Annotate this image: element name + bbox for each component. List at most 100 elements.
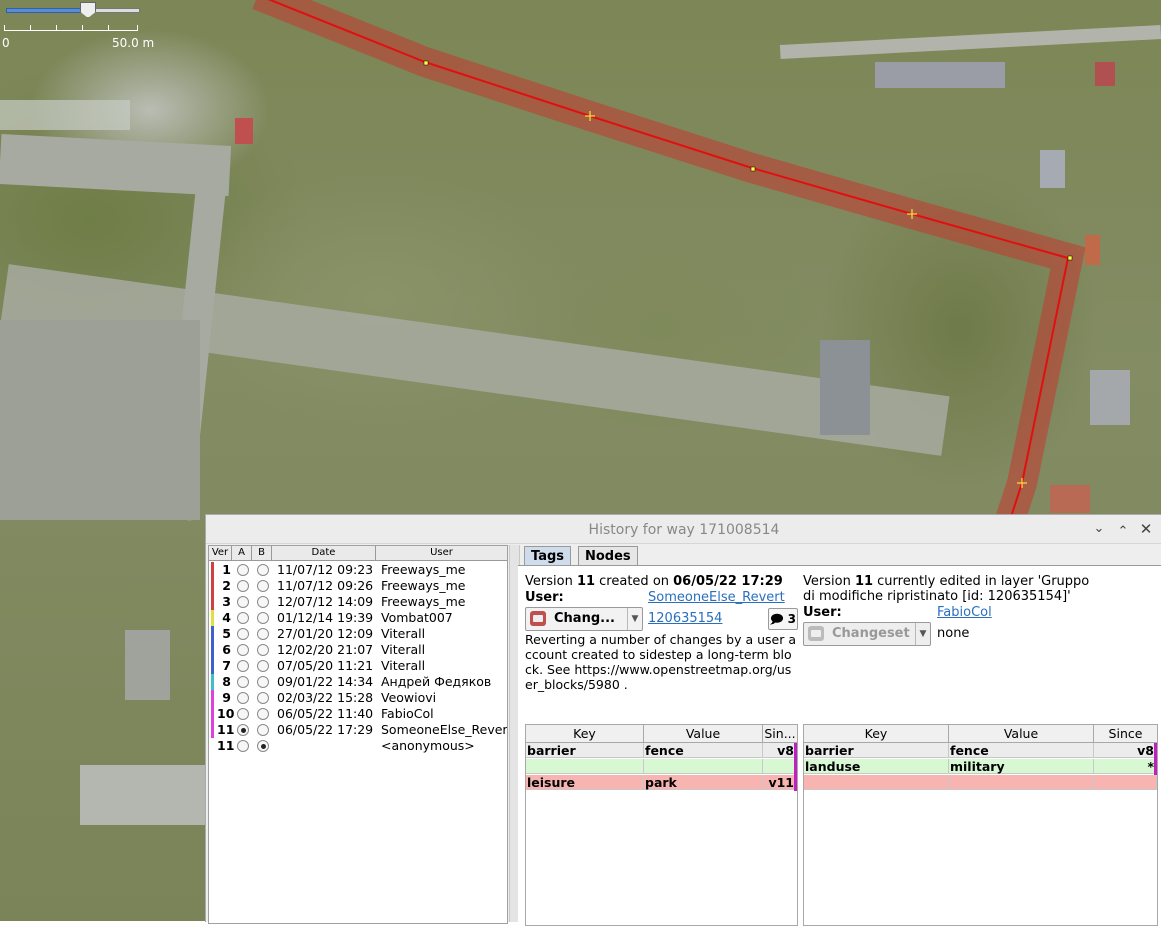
radio-a[interactable]: [237, 724, 249, 736]
version-row[interactable]: 11 06/05/22 17:29 SomeoneElse_Revert: [209, 722, 507, 738]
tag-row[interactable]: [804, 775, 1157, 791]
user-label: User:: [803, 605, 842, 620]
changeset-combo-label: Chang...: [554, 611, 615, 626]
radio-a[interactable]: [237, 612, 249, 624]
column-header-key[interactable]: Key: [804, 725, 949, 743]
way-node[interactable]: [750, 166, 756, 172]
column-header-a[interactable]: A: [232, 546, 252, 560]
tag-since: v11: [763, 775, 797, 790]
radio-a[interactable]: [237, 692, 249, 704]
close-icon[interactable]: ✕: [1137, 520, 1155, 538]
radio-a[interactable]: [237, 628, 249, 640]
scale-tick: [4, 25, 5, 31]
version-date: 07/05/20 11:21: [277, 658, 374, 673]
tag-key: landuse: [804, 759, 949, 774]
way-node[interactable]: [1067, 255, 1073, 261]
radio-b[interactable]: [257, 612, 269, 624]
version-row[interactable]: 8 09/01/22 14:34 Андрей Федяков: [209, 674, 507, 690]
tab-nodes[interactable]: Nodes: [578, 546, 638, 566]
column-header-b[interactable]: B: [252, 546, 272, 560]
scale-distance-label: 50.0 m: [112, 36, 155, 50]
column-header-ver[interactable]: Ver: [209, 546, 232, 560]
scale-tick: [137, 25, 138, 31]
tag-since: [1094, 775, 1157, 790]
column-header-date[interactable]: Date: [272, 546, 376, 560]
radio-b[interactable]: [257, 596, 269, 608]
radio-a[interactable]: [237, 660, 249, 672]
version-user: <anonymous>: [381, 738, 475, 753]
radio-a[interactable]: [237, 596, 249, 608]
radio-a[interactable]: [237, 644, 249, 656]
changeset-combo: Changeset ▼: [803, 622, 931, 646]
radio-b[interactable]: [257, 628, 269, 640]
tag-row[interactable]: landuse military *: [804, 759, 1157, 775]
version-row[interactable]: 3 12/07/12 14:09 Freeways_me: [209, 594, 507, 610]
tag-row[interactable]: barrier fence v8: [526, 743, 797, 759]
version-color-bar: [211, 674, 214, 690]
reference-tags-table[interactable]: Key Value Sin... barrier fence v8 leisure pa…: [525, 724, 798, 926]
radio-b[interactable]: [257, 708, 269, 720]
radio-a[interactable]: [237, 564, 249, 576]
version-row[interactable]: 9 02/03/22 15:28 Veowiovi: [209, 690, 507, 706]
version-number: 1: [222, 562, 231, 577]
version-user: Vombat007: [381, 610, 453, 625]
comments-button[interactable]: 🗩 3: [768, 608, 798, 630]
radio-b[interactable]: [257, 564, 269, 576]
version-row[interactable]: 2 11/07/12 09:26 Freeways_me: [209, 578, 507, 594]
version-user: Veowiovi: [381, 690, 437, 705]
user-link[interactable]: SomeoneElse_Revert: [648, 590, 785, 605]
way-node[interactable]: [423, 60, 429, 66]
changeset-icon: [530, 611, 546, 626]
dialog-titlebar[interactable]: History for way 171008514 ⌄ ⌃ ✕: [206, 515, 1161, 544]
tag-row[interactable]: [526, 759, 797, 775]
version-row[interactable]: 6 12/02/20 21:07 Viterall: [209, 642, 507, 658]
radio-b[interactable]: [257, 660, 269, 672]
tag-row[interactable]: leisure park v11: [526, 775, 797, 791]
radio-b[interactable]: [257, 692, 269, 704]
version-date: 11/07/12 09:26: [277, 578, 374, 593]
version-user: FabioCol: [381, 706, 434, 721]
zoom-slider-thumb[interactable]: [80, 2, 96, 18]
column-header-user[interactable]: User: [376, 546, 507, 560]
version-date: 02/03/22 15:28: [277, 690, 374, 705]
scale-tick: [82, 25, 83, 31]
radio-b[interactable]: [257, 676, 269, 688]
comment-icon: 🗩: [770, 612, 784, 626]
current-tags-table[interactable]: Key Value Since barrier fence v8 landuse mil…: [803, 724, 1158, 926]
radio-b[interactable]: [257, 740, 269, 752]
column-header-value[interactable]: Value: [644, 725, 763, 743]
radio-a[interactable]: [237, 580, 249, 592]
tag-key: barrier: [804, 743, 949, 758]
radio-a[interactable]: [237, 740, 249, 752]
chevron-down-icon[interactable]: ⌄: [1090, 520, 1108, 538]
version-date: 06/05/22 17:29: [277, 722, 374, 737]
changeset-link[interactable]: 120635154: [648, 611, 722, 626]
radio-a[interactable]: [237, 708, 249, 720]
user-link[interactable]: FabioCol: [937, 605, 992, 620]
version-date: 11/07/12 09:23: [277, 562, 374, 577]
column-header-since[interactable]: Since: [1094, 725, 1157, 743]
changeset-combo[interactable]: Chang... ▼: [525, 607, 643, 631]
chevron-up-icon[interactable]: ⌃: [1114, 523, 1132, 541]
version-row[interactable]: 11 <anonymous>: [209, 738, 507, 754]
radio-a[interactable]: [237, 676, 249, 688]
radio-b[interactable]: [257, 580, 269, 592]
version-row[interactable]: 1 11/07/12 09:23 Freeways_me: [209, 562, 507, 578]
radio-b[interactable]: [257, 724, 269, 736]
column-header-since[interactable]: Sin...: [763, 725, 797, 743]
version-row[interactable]: 7 07/05/20 11:21 Viterall: [209, 658, 507, 674]
version-list[interactable]: Ver A B Date User 1 11/07/12 09:23 Freeway…: [208, 545, 508, 924]
tag-value: military: [949, 759, 1094, 774]
version-row[interactable]: 4 01/12/14 19:39 Vombat007: [209, 610, 507, 626]
version-row[interactable]: 5 27/01/20 12:09 Viterall: [209, 626, 507, 642]
radio-b[interactable]: [257, 644, 269, 656]
version-row[interactable]: 10 06/05/22 11:40 FabioCol: [209, 706, 507, 722]
scroll-marker: [1154, 743, 1157, 775]
column-header-value[interactable]: Value: [949, 725, 1094, 743]
column-header-key[interactable]: Key: [526, 725, 644, 743]
chevron-down-icon[interactable]: ▼: [627, 608, 642, 630]
version-number: 11: [217, 738, 235, 753]
version-user: Андрей Федяков: [381, 674, 492, 689]
tab-tags[interactable]: Tags: [524, 546, 572, 566]
tag-row[interactable]: barrier fence v8: [804, 743, 1157, 759]
